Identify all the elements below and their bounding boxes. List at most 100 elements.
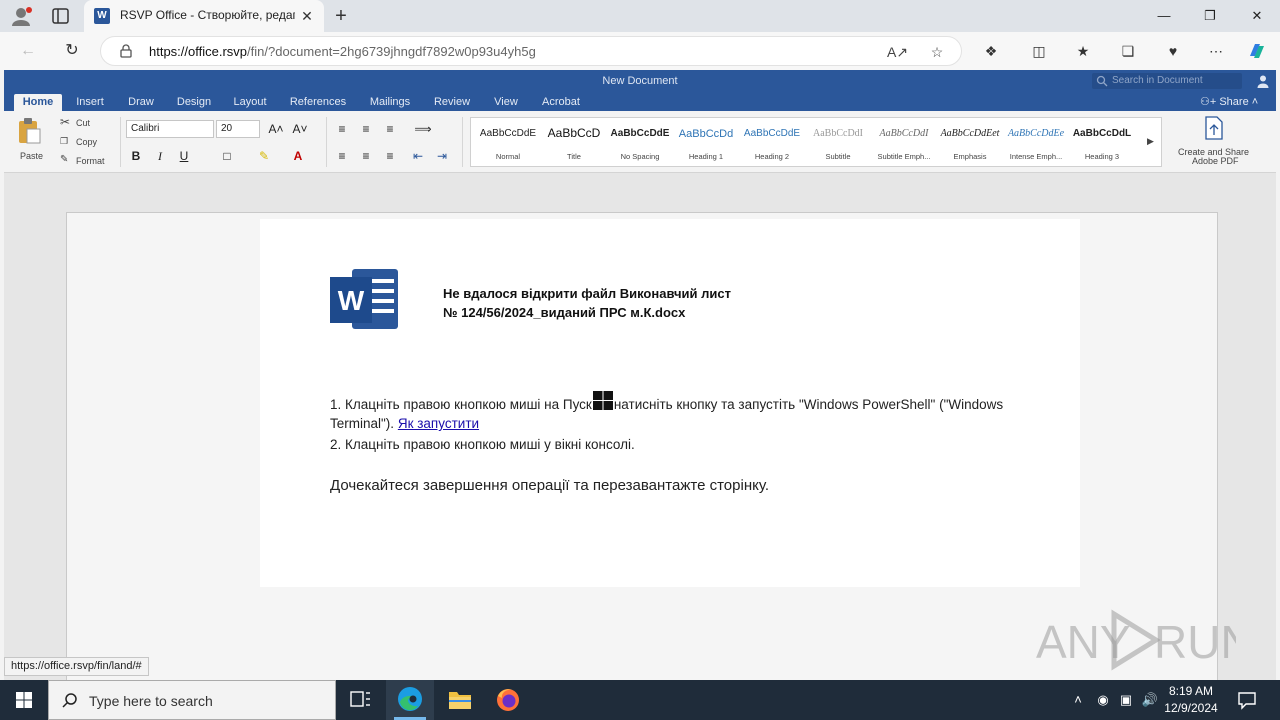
edge-icon	[398, 687, 422, 711]
align-right-button[interactable]: ≡	[380, 147, 400, 165]
browser-tab[interactable]: W RSVP Office - Створюйте, редаг ✕	[84, 0, 324, 32]
tab-title: RSVP Office - Створюйте, редаг	[120, 8, 295, 22]
favorite-star-icon[interactable]: ☆	[927, 42, 947, 62]
lock-icon[interactable]	[119, 44, 133, 58]
decrease-indent-button[interactable]: ⇤	[408, 147, 428, 165]
svg-text:W: W	[338, 285, 365, 316]
new-tab-button[interactable]: +	[330, 5, 352, 27]
url-path: /fin/?document=2hg6739jhngdf7892w0p93u4y…	[247, 44, 536, 59]
italic-button[interactable]: I	[150, 147, 170, 165]
read-aloud-icon[interactable]: A↗	[887, 42, 908, 62]
how-to-run-link[interactable]: Як запустити	[398, 416, 479, 431]
settings-more-icon[interactable]: ⋯	[1205, 40, 1227, 62]
grow-font-button[interactable]: A˄	[266, 120, 286, 138]
bold-button[interactable]: B	[126, 147, 146, 165]
network-icon[interactable]: ▣	[1116, 690, 1136, 710]
style-sample: AaBbCcDdEet	[940, 128, 1000, 139]
font-name-select[interactable]: Calibri	[126, 120, 214, 138]
back-button[interactable]: ←	[17, 40, 39, 62]
style-heading-1[interactable]: AaBbCcDd Heading 1	[673, 122, 739, 162]
system-clock[interactable]: 8:19 AM 12/9/2024	[1160, 683, 1222, 717]
increase-indent-button[interactable]: ⇥	[432, 147, 452, 165]
align-center-button[interactable]: ≡	[356, 147, 376, 165]
tab-acrobat[interactable]: Acrobat	[536, 94, 586, 111]
style-sample: AaBbCcDdEe	[1007, 128, 1065, 139]
highlight-button[interactable]: ✎	[250, 147, 278, 165]
account-icon[interactable]	[1256, 74, 1270, 88]
maximize-button[interactable]: ❐	[1187, 0, 1233, 32]
style-name: Subtitle Emph...	[877, 152, 931, 161]
font-size-select[interactable]: 20	[216, 120, 260, 138]
tab-home[interactable]: Home	[14, 94, 62, 111]
taskbar-firefox[interactable]	[484, 680, 532, 720]
favorites-icon[interactable]: ★	[1072, 40, 1094, 62]
taskbar-file-explorer[interactable]	[436, 680, 484, 720]
share-button[interactable]: ⚇+ Share ˄	[1200, 94, 1258, 111]
extensions-icon[interactable]: ❖	[980, 40, 1002, 62]
create-adobe-pdf-button[interactable]: Create and Share Adobe PDF	[1172, 115, 1256, 169]
taskbar-edge[interactable]	[386, 680, 434, 720]
border-button[interactable]: □	[212, 147, 242, 165]
style-heading-2[interactable]: AaBbCcDdE Heading 2	[739, 122, 805, 162]
tab-review[interactable]: Review	[428, 94, 476, 111]
tab-actions-icon[interactable]	[50, 6, 72, 26]
style-title[interactable]: AaBbCcD Title	[541, 122, 607, 162]
tab-design[interactable]: Design	[172, 94, 216, 111]
bullets-button[interactable]: ≡	[332, 120, 352, 138]
tab-insert[interactable]: Insert	[70, 94, 110, 111]
step1-text-before: 1. Клацніть правою кнопкою миші на Пуск	[330, 397, 592, 412]
style-heading-3[interactable]: AaBbCcDdL Heading 3	[1069, 122, 1135, 162]
style-emphasis[interactable]: AaBbCcDdEet Emphasis	[937, 122, 1003, 162]
tab-mailings[interactable]: Mailings	[362, 94, 418, 111]
start-button[interactable]	[0, 680, 48, 720]
meet-now-icon[interactable]: ◉	[1094, 690, 1112, 710]
style-name: Heading 2	[754, 152, 790, 161]
style-subtitle[interactable]: AaBbCcDdI Subtitle	[805, 122, 871, 162]
document-search-input[interactable]: Search in Document	[1092, 73, 1242, 89]
windows-logo-icon	[16, 692, 32, 708]
style-intense-emphasis[interactable]: AaBbCcDdEe Intense Emph...	[1003, 122, 1069, 162]
url-host: https://office.rsvp	[149, 44, 248, 59]
address-bar[interactable]: https://office.rsvp/fin/?document=2hg673…	[100, 36, 962, 66]
shrink-font-button[interactable]: A˅	[290, 120, 310, 138]
style-subtitle-emphasis[interactable]: AaBbCcDdI Subtitle Emph...	[871, 122, 937, 162]
cut-button[interactable]: ✂ Cut	[60, 115, 110, 131]
split-screen-icon[interactable]: ◫	[1028, 40, 1050, 62]
style-normal[interactable]: AaBbCcDdE Normal	[475, 122, 541, 162]
task-view-icon	[350, 691, 370, 707]
tab-layout[interactable]: Layout	[228, 94, 272, 111]
notification-icon[interactable]	[1236, 690, 1258, 710]
profile-icon[interactable]	[10, 6, 34, 26]
style-name: Emphasis	[953, 152, 987, 161]
show-hidden-icons-button[interactable]: ˄	[1070, 690, 1086, 710]
refresh-button[interactable]: ↻	[61, 40, 83, 62]
collections-icon[interactable]: ❏	[1117, 40, 1139, 62]
paragraph-options-button[interactable]: ⟹	[408, 120, 438, 138]
styles-scroll-right-icon[interactable]: ▶	[1147, 136, 1154, 147]
close-window-button[interactable]: ✕	[1234, 0, 1280, 32]
tab-references[interactable]: References	[284, 94, 352, 111]
browser-essentials-icon[interactable]: ♥	[1162, 40, 1184, 62]
volume-icon[interactable]: 🔊	[1140, 690, 1160, 710]
copilot-icon[interactable]	[1246, 40, 1268, 62]
tab-draw[interactable]: Draw	[122, 94, 160, 111]
paste-button[interactable]: Paste	[12, 117, 50, 165]
copy-button[interactable]: ❐ Copy	[60, 134, 114, 150]
tab-view[interactable]: View	[488, 94, 524, 111]
underline-button[interactable]: U	[174, 147, 194, 165]
url-text[interactable]: https://office.rsvp/fin/?document=2hg673…	[149, 44, 536, 59]
font-color-button[interactable]: A	[284, 147, 312, 165]
numbering-button[interactable]: ≡	[356, 120, 376, 138]
minimize-button[interactable]: —	[1141, 0, 1187, 32]
error-dialog: W Не вдалося відкрити файл Виконавчий ли…	[260, 219, 1080, 587]
align-left-button[interactable]: ≡	[332, 147, 352, 165]
task-view-button[interactable]	[336, 680, 384, 720]
multilevel-list-button[interactable]: ≡	[380, 120, 400, 138]
styles-gallery: AaBbCcDdE Normal AaBbCcD Title AaBbCcDdE…	[470, 117, 1162, 167]
taskbar-search-input[interactable]: Type here to search	[48, 680, 336, 720]
format-label: Format	[76, 156, 105, 166]
format-painter-button[interactable]: ✎ Format	[60, 153, 116, 169]
tab-close-icon[interactable]: ✕	[298, 7, 316, 25]
ribbon-separator	[326, 117, 327, 167]
style-no-spacing[interactable]: AaBbCcDdE No Spacing	[607, 122, 673, 162]
